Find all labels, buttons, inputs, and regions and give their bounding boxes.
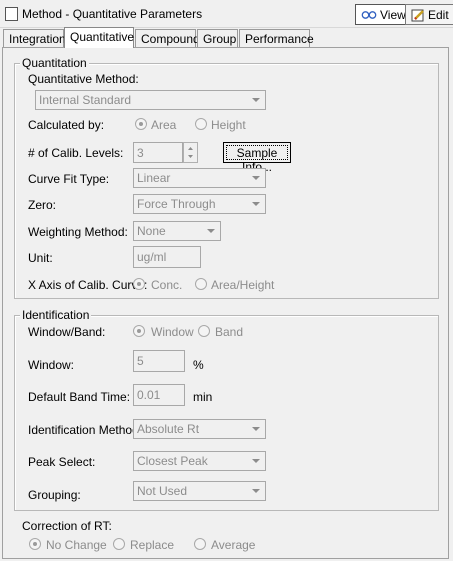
- window-label: Window:: [28, 358, 75, 372]
- chevron-down-icon: [248, 421, 264, 437]
- correction-average-radio[interactable]: [194, 538, 206, 550]
- correction-rt-label: Correction of RT:: [22, 519, 112, 533]
- chevron-down-icon: [248, 170, 264, 186]
- x-axis-conc-radio[interactable]: [133, 278, 145, 290]
- identification-method-label: Identification Method:: [28, 423, 143, 437]
- tab-compound[interactable]: Compound: [135, 29, 200, 47]
- chevron-down-icon: [203, 223, 219, 239]
- identification-method-select[interactable]: Absolute Rt: [133, 419, 266, 439]
- window-band-window-label: Window: [151, 325, 194, 339]
- calib-levels-spinner[interactable]: [183, 142, 198, 163]
- window-band-label: Window/Band:: [28, 325, 106, 339]
- tab-integration[interactable]: Integration: [3, 29, 66, 47]
- calib-levels-label: # of Calib. Levels:: [28, 146, 124, 160]
- correction-no-change-radio[interactable]: [29, 538, 41, 550]
- band-time-unit: min: [193, 390, 213, 404]
- tab-group[interactable]: Group: [197, 29, 238, 47]
- chevron-down-icon: [248, 196, 264, 212]
- unit-input[interactable]: ug/ml: [133, 246, 201, 268]
- chevron-down-icon: [248, 453, 264, 469]
- title-bar: Method - Quantitative Parameters View Ed…: [0, 0, 453, 28]
- grouping-value: Not Used: [137, 484, 188, 498]
- window-band-band-label: Band: [215, 325, 244, 339]
- x-axis-calib-label: X Axis of Calib. Curve:: [28, 278, 148, 292]
- grouping-label: Grouping:: [28, 488, 81, 502]
- tab-quantitative[interactable]: Quantitative: [64, 27, 134, 48]
- zero-label: Zero:: [28, 198, 57, 212]
- calculated-by-label: Calculated by:: [28, 118, 105, 132]
- method-document-icon: [5, 7, 18, 21]
- curve-fit-value: Linear: [137, 171, 171, 185]
- correction-average-label: Average: [211, 538, 256, 552]
- quantitative-method-value: Internal Standard: [39, 93, 132, 107]
- calculated-by-area-radio[interactable]: [135, 118, 147, 130]
- quantitative-method-label: Quantitative Method:: [28, 72, 139, 86]
- spinner-arrows-icon: [188, 147, 193, 158]
- edit-label: Edit: [428, 7, 449, 22]
- weighting-method-value: None: [137, 224, 166, 238]
- calculated-by-height-label: Height: [211, 118, 246, 132]
- window-unit: %: [193, 358, 204, 372]
- weighting-method-label: Weighting Method:: [28, 225, 128, 239]
- edit-pencil-icon: [411, 9, 424, 21]
- calib-levels-input[interactable]: 3: [133, 142, 183, 163]
- unit-label: Unit:: [28, 251, 53, 265]
- correction-replace-radio[interactable]: [113, 538, 125, 550]
- weighting-method-select[interactable]: None: [133, 221, 221, 241]
- window-input[interactable]: 5: [133, 350, 185, 372]
- tab-performance[interactable]: Performance: [239, 29, 314, 47]
- chevron-down-icon: [248, 92, 264, 108]
- window-band-band-radio[interactable]: [198, 325, 210, 337]
- quantitation-group-title: Quantitation: [20, 56, 89, 70]
- correction-replace-label: Replace: [130, 538, 175, 552]
- identification-method-value: Absolute Rt: [137, 422, 200, 436]
- peak-select-select[interactable]: Closest Peak: [133, 451, 266, 471]
- peak-select-value: Closest Peak: [137, 454, 208, 468]
- x-axis-area-height-label: Area/Height: [211, 278, 275, 292]
- view-button[interactable]: View: [355, 4, 412, 25]
- edit-button[interactable]: Edit: [405, 4, 453, 25]
- window-band-window-radio[interactable]: [133, 325, 145, 337]
- sample-info-button[interactable]: Sample Info...: [223, 142, 291, 174]
- calculated-by-height-radio[interactable]: [195, 118, 207, 130]
- calculated-by-area-label: Area: [151, 118, 177, 132]
- quantitative-method-select[interactable]: Internal Standard: [35, 90, 266, 110]
- identification-group-title: Identification: [20, 308, 92, 322]
- peak-select-label: Peak Select:: [28, 455, 96, 469]
- default-band-time-input[interactable]: 0.01: [133, 384, 185, 406]
- window-title: Method - Quantitative Parameters: [22, 7, 203, 21]
- glasses-icon: [361, 10, 377, 19]
- correction-no-change-label: No Change: [46, 538, 107, 552]
- view-label: View: [380, 7, 406, 22]
- zero-select[interactable]: Force Through: [133, 194, 266, 214]
- zero-value: Force Through: [137, 197, 216, 211]
- curve-fit-select[interactable]: Linear: [133, 168, 266, 188]
- x-axis-conc-label: Conc.: [151, 278, 183, 292]
- chevron-down-icon: [248, 483, 264, 499]
- default-band-time-label: Default Band Time:: [28, 390, 131, 404]
- curve-fit-label: Curve Fit Type:: [28, 172, 110, 186]
- x-axis-area-height-radio[interactable]: [195, 278, 207, 290]
- grouping-select[interactable]: Not Used: [133, 481, 266, 501]
